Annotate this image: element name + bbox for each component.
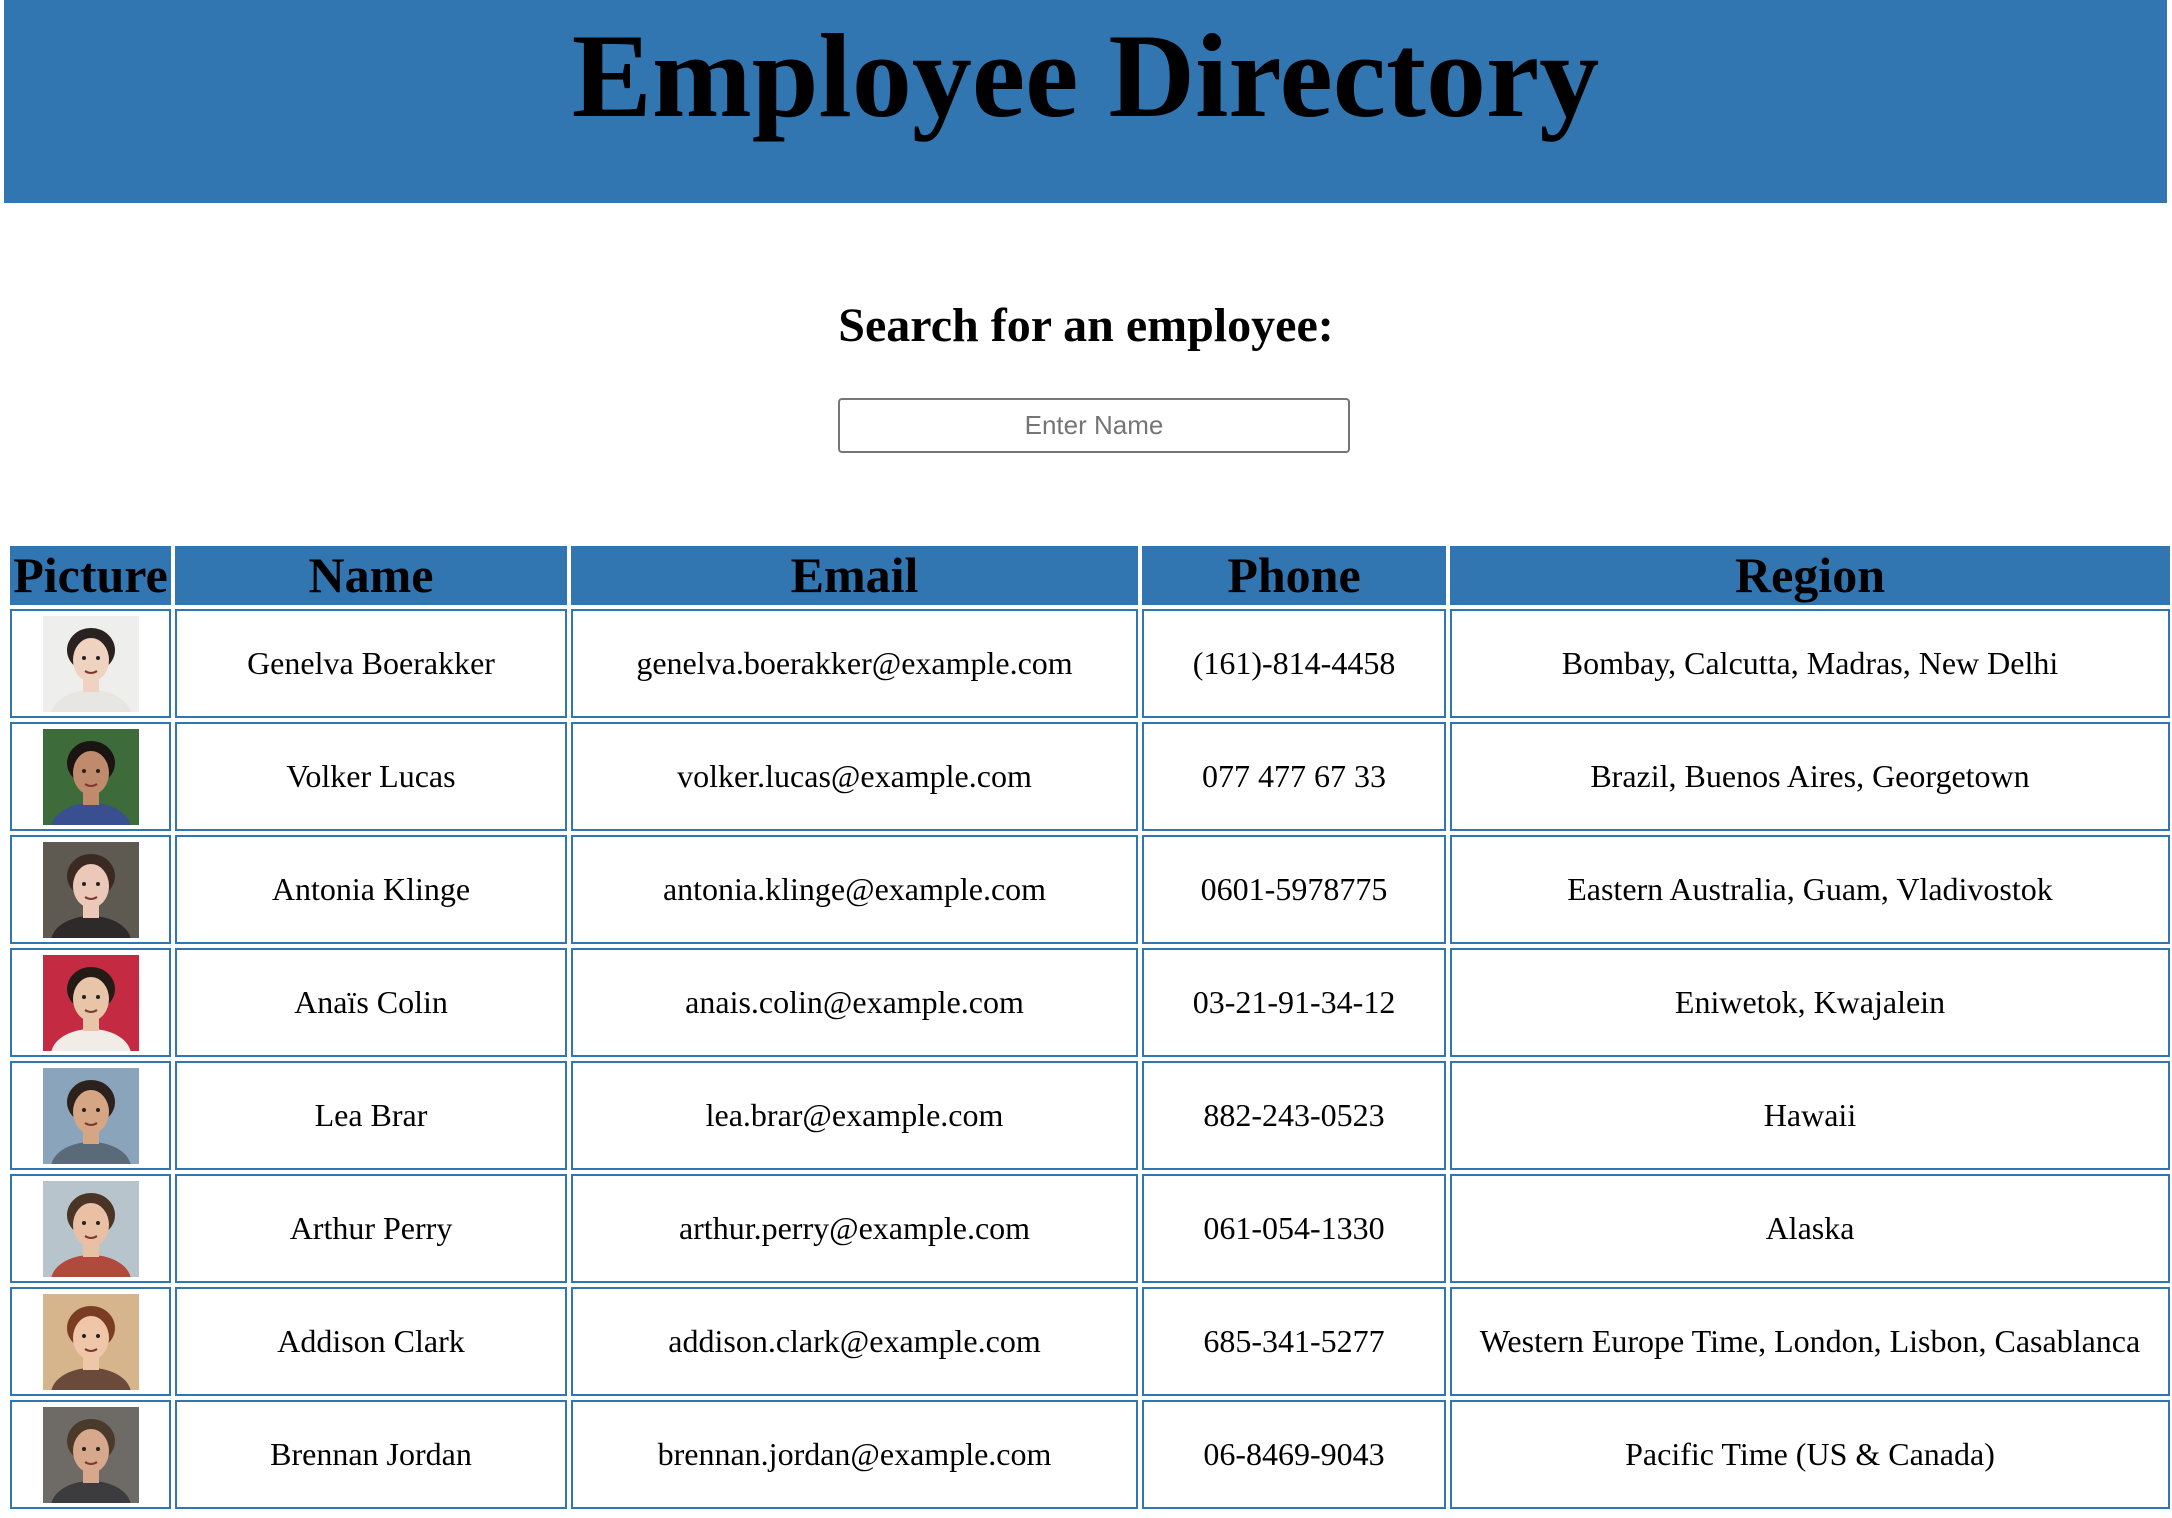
name-cell: Arthur Perry	[175, 1174, 567, 1283]
avatar	[42, 1293, 139, 1390]
column-header-email[interactable]: Email	[571, 546, 1138, 605]
phone-cell: (161)-814-4458	[1142, 609, 1446, 718]
page-header: Employee Directory	[4, 0, 2167, 203]
avatar	[42, 841, 139, 938]
region-cell: Western Europe Time, London, Lisbon, Cas…	[1450, 1287, 2170, 1396]
table-row: Brennan Jordan brennan.jordan@example.com…	[10, 1400, 2170, 1509]
region-cell: Eniwetok, Kwajalein	[1450, 948, 2170, 1057]
name-cell: Antonia Klinge	[175, 835, 567, 944]
table-row: Lea Brar lea.brar@example.com 882-243-0523…	[10, 1061, 2170, 1170]
name-cell: Addison Clark	[175, 1287, 567, 1396]
picture-cell	[10, 722, 171, 831]
region-cell: Bombay, Calcutta, Madras, New Delhi	[1450, 609, 2170, 718]
avatar	[42, 728, 139, 825]
region-cell: Pacific Time (US & Canada)	[1450, 1400, 2170, 1509]
table-row: Arthur Perry arthur.perry@example.com 061-…	[10, 1174, 2170, 1283]
region-cell: Hawaii	[1450, 1061, 2170, 1170]
phone-cell: 06-8469-9043	[1142, 1400, 1446, 1509]
email-cell: arthur.perry@example.com	[571, 1174, 1138, 1283]
column-header-picture[interactable]: Picture	[10, 546, 171, 605]
name-cell: Volker Lucas	[175, 722, 567, 831]
region-cell: Brazil, Buenos Aires, Georgetown	[1450, 722, 2170, 831]
table-row: Addison Clark addison.clark@example.com 68…	[10, 1287, 2170, 1396]
column-header-region[interactable]: Region	[1450, 546, 2170, 605]
avatar	[42, 1180, 139, 1277]
picture-cell	[10, 609, 171, 718]
phone-cell: 0601-5978775	[1142, 835, 1446, 944]
avatar	[42, 1067, 139, 1164]
picture-cell	[10, 835, 171, 944]
region-cell: Alaska	[1450, 1174, 2170, 1283]
search-input[interactable]	[838, 398, 1350, 453]
phone-cell: 077 477 67 33	[1142, 722, 1446, 831]
email-cell: addison.clark@example.com	[571, 1287, 1138, 1396]
picture-cell	[10, 1174, 171, 1283]
email-cell: brennan.jordan@example.com	[571, 1400, 1138, 1509]
name-cell: Brennan Jordan	[175, 1400, 567, 1509]
email-cell: genelva.boerakker@example.com	[571, 609, 1138, 718]
page-title: Employee Directory	[571, 9, 1600, 142]
avatar	[42, 615, 139, 712]
picture-cell	[10, 1061, 171, 1170]
region-cell: Eastern Australia, Guam, Vladivostok	[1450, 835, 2170, 944]
email-cell: anais.colin@example.com	[571, 948, 1138, 1057]
table-body: Genelva Boerakker genelva.boerakker@examp…	[10, 609, 2170, 1509]
table-row: Anaïs Colin anais.colin@example.com 03-21-…	[10, 948, 2170, 1057]
avatar	[42, 1406, 139, 1503]
picture-cell	[10, 1400, 171, 1509]
phone-cell: 685-341-5277	[1142, 1287, 1446, 1396]
email-cell: antonia.klinge@example.com	[571, 835, 1138, 944]
name-cell: Lea Brar	[175, 1061, 567, 1170]
column-header-phone[interactable]: Phone	[1142, 546, 1446, 605]
email-cell: volker.lucas@example.com	[571, 722, 1138, 831]
table-row: Volker Lucas volker.lucas@example.com 077 …	[10, 722, 2170, 831]
name-cell: Anaïs Colin	[175, 948, 567, 1057]
phone-cell: 882-243-0523	[1142, 1061, 1446, 1170]
table-header-row: Picture Name Email Phone Region	[10, 546, 2170, 605]
table-row: Genelva Boerakker genelva.boerakker@examp…	[10, 609, 2170, 718]
picture-cell	[10, 1287, 171, 1396]
search-heading: Search for an employee:	[838, 299, 1334, 352]
phone-cell: 03-21-91-34-12	[1142, 948, 1446, 1057]
phone-cell: 061-054-1330	[1142, 1174, 1446, 1283]
avatar	[42, 954, 139, 1051]
table-row: Antonia Klinge antonia.klinge@example.com…	[10, 835, 2170, 944]
picture-cell	[10, 948, 171, 1057]
column-header-name[interactable]: Name	[175, 546, 567, 605]
name-cell: Genelva Boerakker	[175, 609, 567, 718]
email-cell: lea.brar@example.com	[571, 1061, 1138, 1170]
employee-table: Picture Name Email Phone Region Genelva …	[6, 542, 2172, 1513]
